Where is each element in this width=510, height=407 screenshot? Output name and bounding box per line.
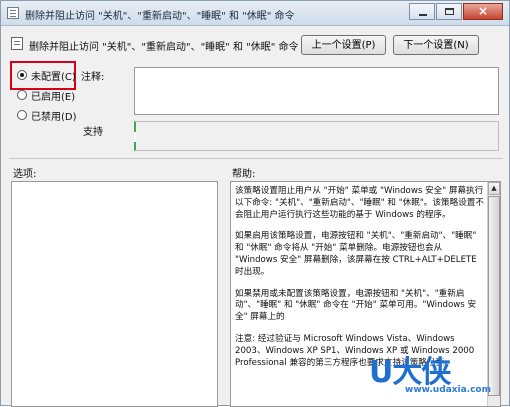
- policy-title: 删除并阻止访问 "关机"、"重新启动"、"睡眠" 和 "休眠" 命令: [29, 42, 299, 53]
- maximize-button[interactable]: [436, 3, 462, 20]
- maximize-icon: [445, 8, 454, 15]
- radio-enabled[interactable]: 已启用(E): [17, 87, 75, 103]
- scroll-up-icon[interactable]: ▲: [488, 182, 500, 195]
- radio-disabled[interactable]: 已禁用(D): [17, 107, 77, 123]
- help-paragraph: 如果禁用或未配置该策略设置，电源按钮和 "关机"、"重新启动"、"睡眠" 和 "…: [235, 288, 477, 323]
- supported-on-field: [134, 121, 499, 151]
- options-pane: [11, 181, 218, 407]
- radio-unselected-icon[interactable]: [17, 90, 27, 100]
- scroll-thumb[interactable]: [488, 196, 500, 396]
- minimize-icon: [419, 14, 427, 16]
- minimize-button[interactable]: [409, 3, 435, 20]
- title-bar[interactable]: 删除并阻止访问 "关机"、"重新启动"、"睡眠" 和 "休眠" 命令 ×: [1, 1, 509, 26]
- help-label: 帮助:: [232, 169, 256, 180]
- help-paragraph: 如果启用该策略设置，电源按钮和 "关机"、"重新启动"、"睡眠" 和 "休眠" …: [235, 231, 477, 277]
- previous-setting-button[interactable]: 上一个设置(P): [301, 35, 386, 55]
- radio-label-disabled: 已禁用(D): [31, 111, 77, 123]
- help-paragraph: 该策略设置阻止用户从 "开始" 菜单或 "Windows 安全" 屏幕执行以下命…: [235, 186, 484, 220]
- support-label: 支持: [83, 127, 103, 138]
- policy-doc-icon: [7, 7, 19, 19]
- close-icon: ×: [477, 4, 489, 18]
- policy-editor-window: 删除并阻止访问 "关机"、"重新启动"、"睡眠" 和 "休眠" 命令 × 删除并…: [0, 0, 510, 407]
- options-label: 选项:: [13, 169, 37, 180]
- window-controls: ×: [408, 3, 503, 21]
- close-button[interactable]: ×: [463, 3, 503, 20]
- radio-selected-icon[interactable]: [17, 70, 27, 80]
- policy-header: 删除并阻止访问 "关机"、"重新启动"、"睡眠" 和 "休眠" 命令 上一个设置…: [9, 33, 503, 59]
- watermark-url: www.udaxia.com: [405, 385, 491, 395]
- window-title: 删除并阻止访问 "关机"、"重新启动"、"睡眠" 和 "休眠" 命令: [25, 11, 295, 22]
- comment-label: 注释:: [81, 72, 105, 83]
- watermark-logo: U大侠 www.udaxia.com: [369, 347, 491, 401]
- next-setting-button[interactable]: 下一个设置(N): [393, 35, 479, 55]
- policy-setting-icon: [11, 37, 23, 50]
- radio-unselected-icon[interactable]: [17, 110, 27, 120]
- comment-textarea[interactable]: [134, 67, 499, 115]
- radio-not-configured[interactable]: 未配置(C): [17, 67, 76, 83]
- radio-label-not-configured: 未配置(C): [31, 71, 76, 83]
- radio-label-enabled: 已启用(E): [31, 91, 76, 103]
- section-divider: [9, 158, 503, 159]
